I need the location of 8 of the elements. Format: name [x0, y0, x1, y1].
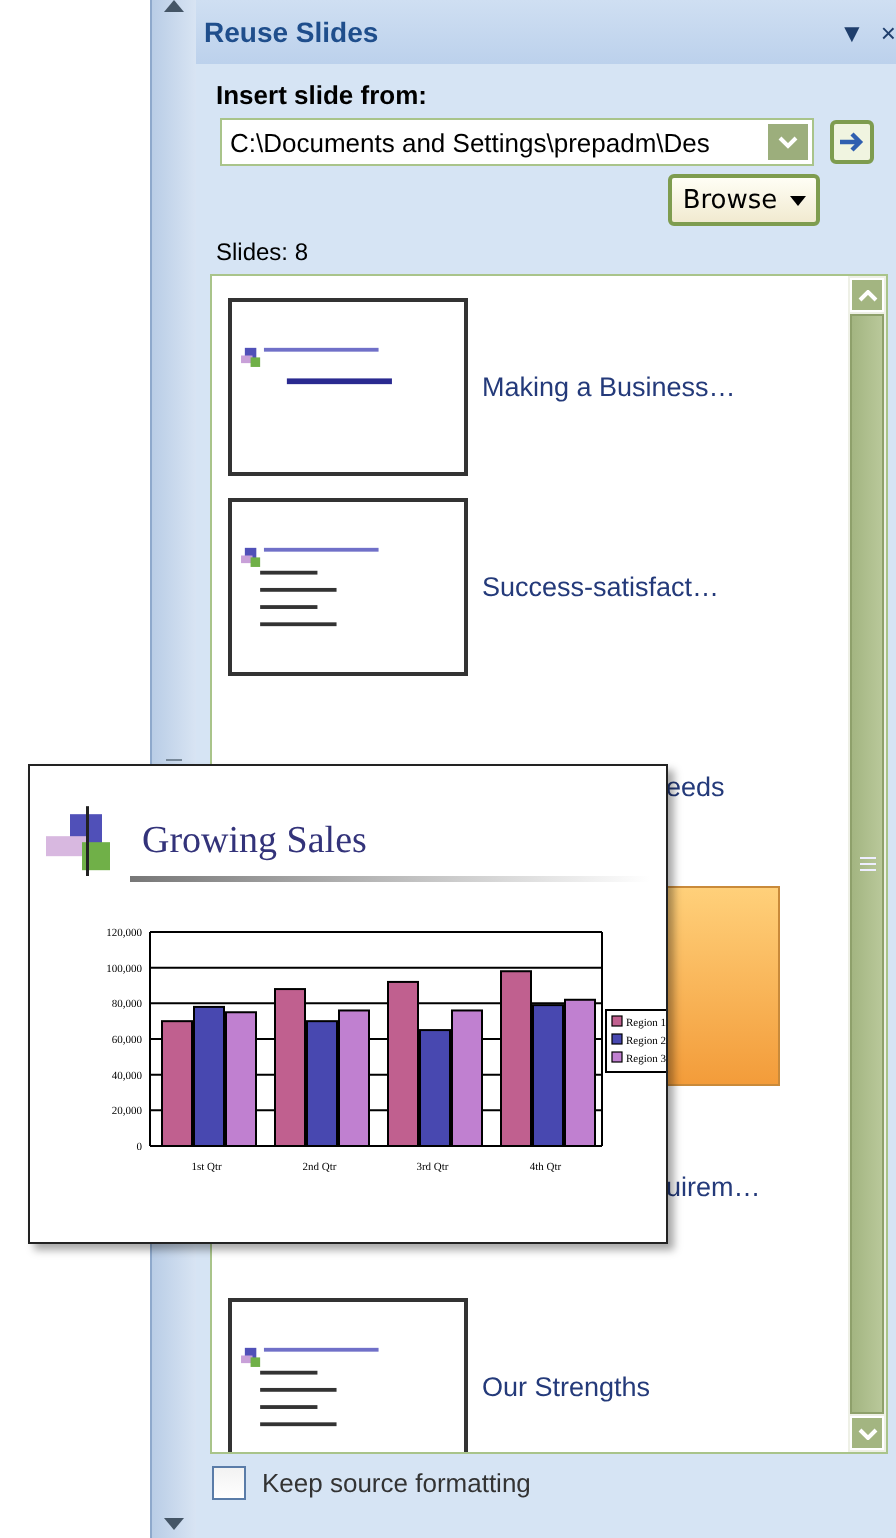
slide-count: Slides: 8 — [216, 238, 311, 266]
slide-title: Growing Sales — [142, 819, 367, 864]
field-label: Insert slide from: — [216, 80, 429, 110]
checkbox-label: Keep source formatting — [262, 1468, 531, 1498]
slide-title: Success-satisfact… — [482, 571, 720, 601]
slide-title: Making a Business… — [482, 371, 736, 401]
panel-title: Reuse Slides — [204, 16, 381, 48]
slide-title: Our Strengths — [482, 1371, 651, 1401]
